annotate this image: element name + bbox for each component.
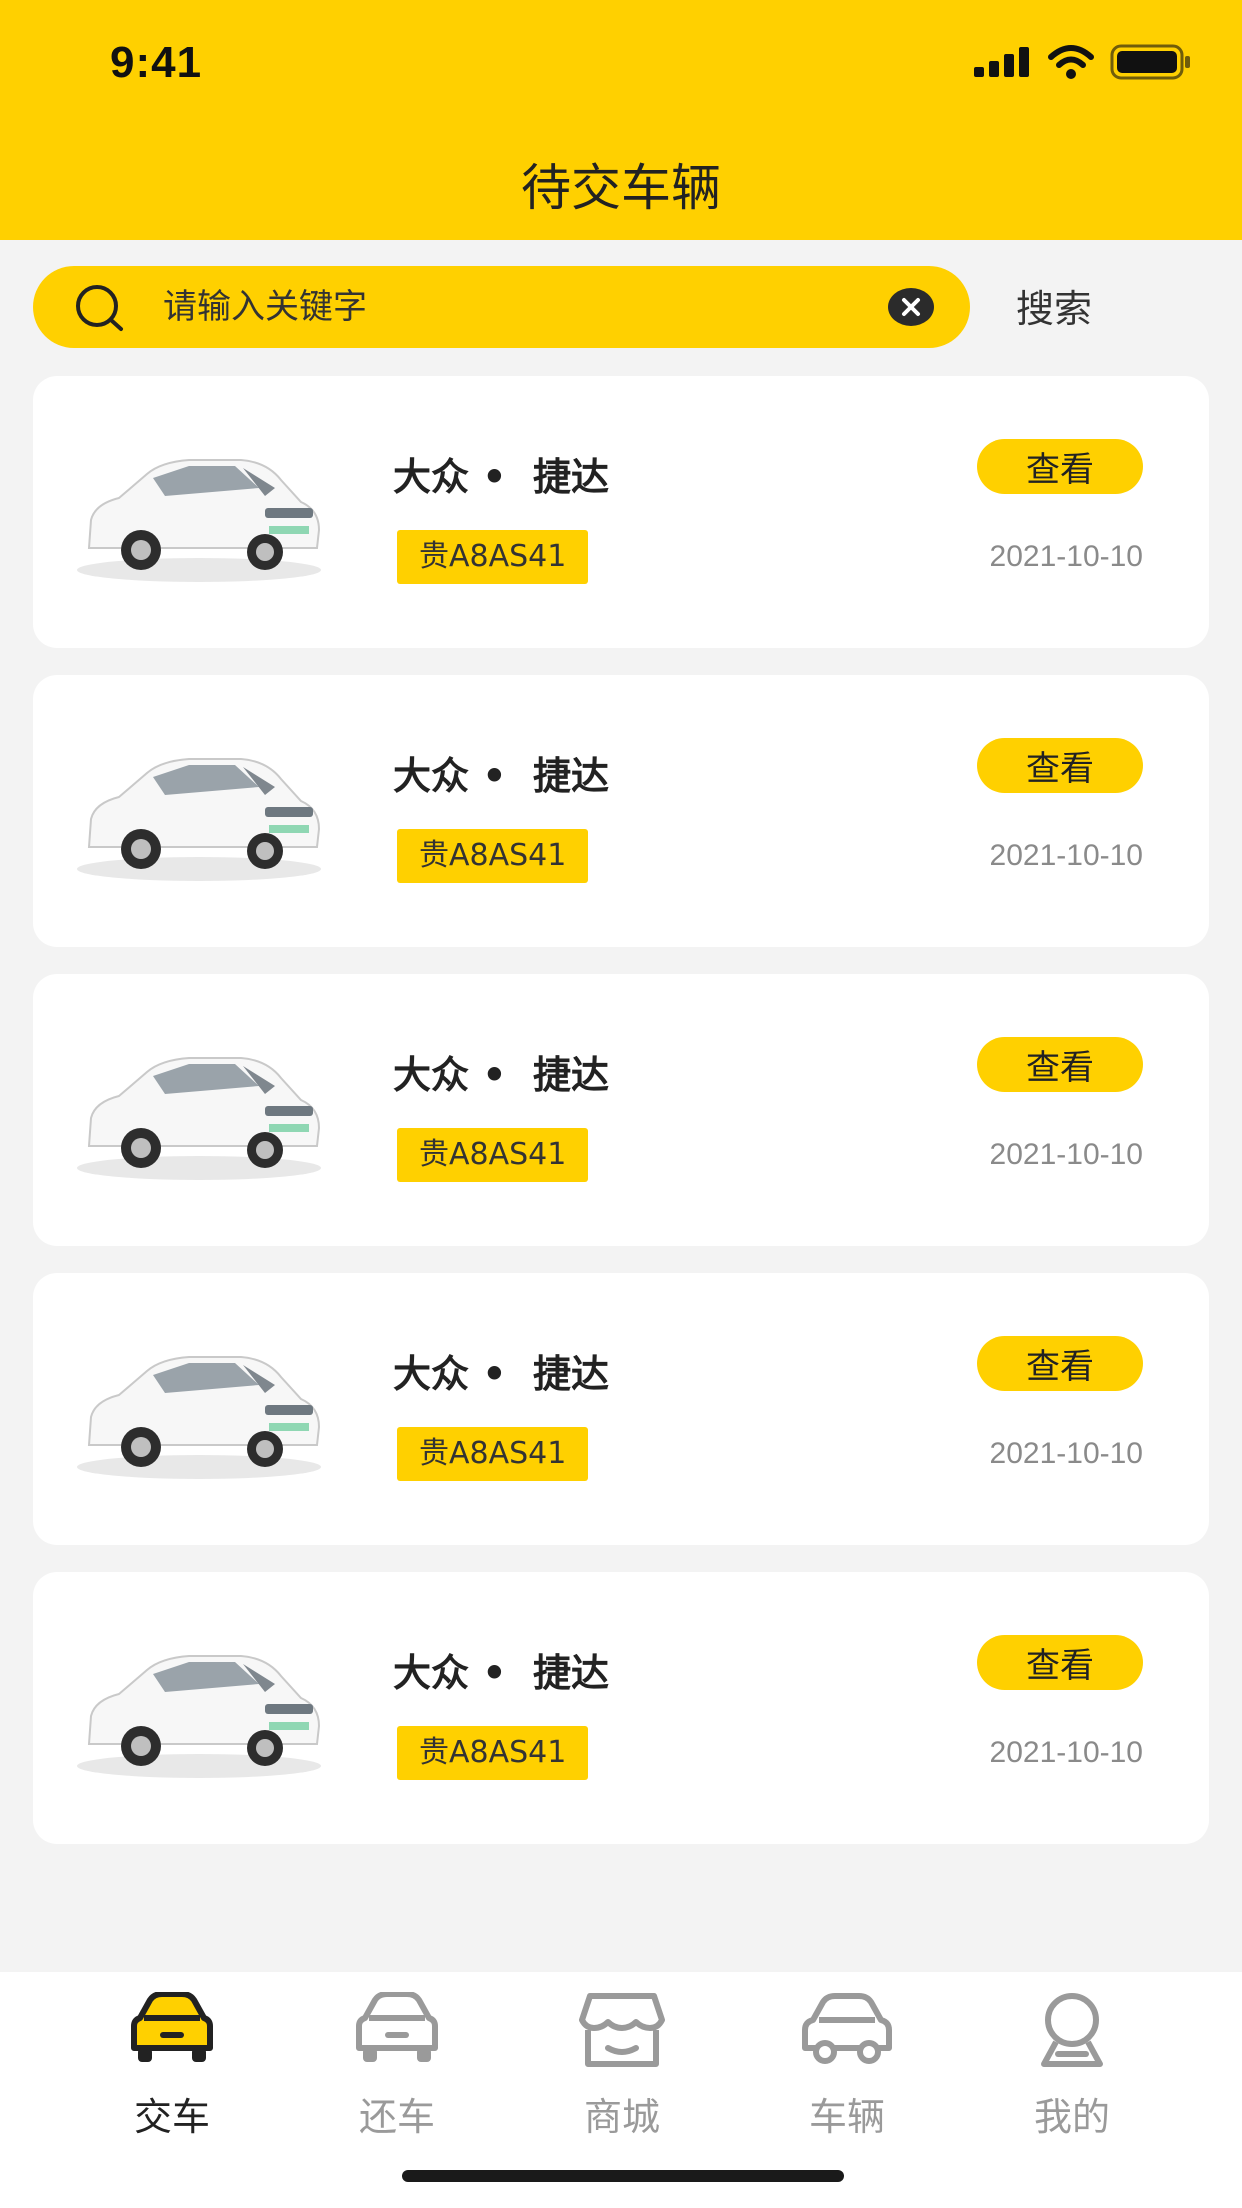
car-name: 大众 • 捷达 [393,754,609,798]
tab-profile[interactable]: 我的 [992,1992,1152,2141]
car-front-icon [131,1992,213,2062]
wifi-icon [1048,45,1094,79]
tab-store[interactable]: 商城 [542,1992,702,2141]
car-name: 大众 • 捷达 [393,1053,609,1097]
car-name: 大众 • 捷达 [393,1651,609,1695]
vehicle-card[interactable]: 大众 • 捷达 贵A8AS41 查看 2021-10-10 [33,376,1209,648]
card-date: 2021-10-10 [989,540,1143,573]
tab-deliver[interactable]: 交车 [92,1992,252,2141]
car-image [77,459,321,582]
card-date: 2021-10-10 [989,1736,1143,1769]
profile-icon [1041,1993,1103,2067]
search-icon [76,285,123,331]
status-icons [974,44,1192,80]
vehicle-card[interactable]: 大众 • 捷达 贵A8AS41 查看 2021-10-10 [33,1273,1209,1545]
tab-label: 交车 [133,2095,210,2139]
screen: 9:41 待交车辆 请输入关键字 搜索 大众 • 捷达 贵A8AS41 查看 2… [0,0,1242,2208]
view-button[interactable]: 查看 [977,1635,1143,1690]
tab-label: 车辆 [808,2095,885,2139]
plate-badge: 贵A8AS41 [397,1128,589,1182]
car-image [77,1655,321,1778]
search-button[interactable]: 搜索 [1016,278,1092,333]
car-front-icon [356,1992,438,2062]
plate-badge: 贵A8AS41 [397,1726,589,1780]
car-image [77,758,321,881]
card-date: 2021-10-10 [989,1437,1143,1470]
tab-label: 我的 [1033,2095,1110,2139]
status-time: 9:41 [110,38,203,87]
vehicle-list: 大众 • 捷达 贵A8AS41 查看 2021-10-10 大众 • 捷达 贵A… [33,376,1209,1871]
search-input[interactable] [163,266,883,348]
search-bar [33,266,970,348]
card-date: 2021-10-10 [989,839,1143,872]
car-name: 大众 • 捷达 [393,455,609,499]
page-title: 待交车辆 [521,159,721,217]
home-indicator [402,2170,844,2182]
view-button[interactable]: 查看 [977,439,1143,494]
vehicle-card[interactable]: 大众 • 捷达 贵A8AS41 查看 2021-10-10 [33,675,1209,947]
vehicle-card[interactable]: 大众 • 捷达 贵A8AS41 查看 2021-10-10 [33,1572,1209,1844]
signal-icon [974,47,1029,77]
view-button[interactable]: 查看 [977,1037,1143,1092]
car-image [77,1057,321,1180]
tab-label: 商城 [583,2095,660,2139]
car-icon [802,1993,892,2064]
vehicle-card[interactable]: 大众 • 捷达 贵A8AS41 查看 2021-10-10 [33,974,1209,1246]
clear-icon[interactable] [888,288,934,326]
store-icon [579,1993,665,2067]
tab-return[interactable]: 还车 [317,1992,477,2141]
car-name: 大众 • 捷达 [393,1352,609,1396]
plate-badge: 贵A8AS41 [397,1427,589,1481]
view-button[interactable]: 查看 [977,738,1143,793]
tab-vehicles[interactable]: 车辆 [767,1992,927,2141]
car-image [77,1356,321,1479]
plate-badge: 贵A8AS41 [397,829,589,883]
view-button[interactable]: 查看 [977,1336,1143,1391]
card-date: 2021-10-10 [989,1138,1143,1171]
plate-badge: 贵A8AS41 [397,530,589,584]
tab-label: 还车 [358,2095,435,2139]
battery-icon [1110,44,1190,80]
header: 9:41 待交车辆 [0,0,1242,240]
